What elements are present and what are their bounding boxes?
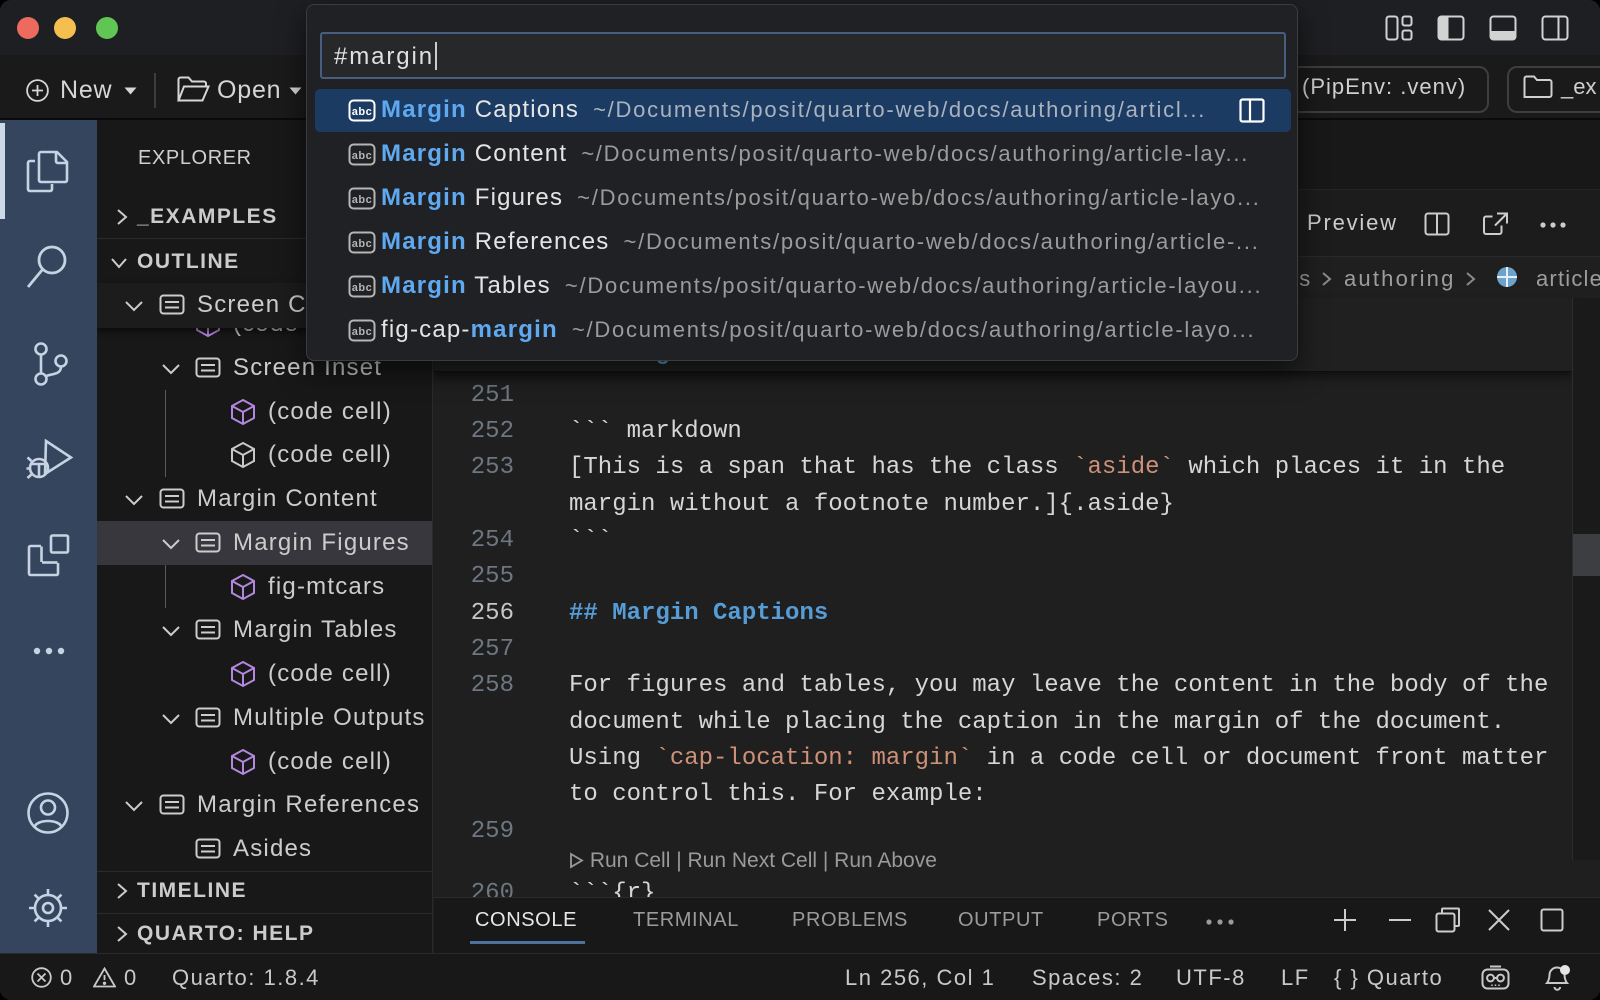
- svg-text:abc: abc: [352, 238, 372, 250]
- svg-text:abc: abc: [352, 150, 372, 162]
- svg-text:abc: abc: [352, 106, 372, 118]
- svg-text:abc: abc: [352, 326, 372, 338]
- svg-text:abc: abc: [352, 282, 372, 294]
- svg-text:abc: abc: [352, 194, 372, 206]
